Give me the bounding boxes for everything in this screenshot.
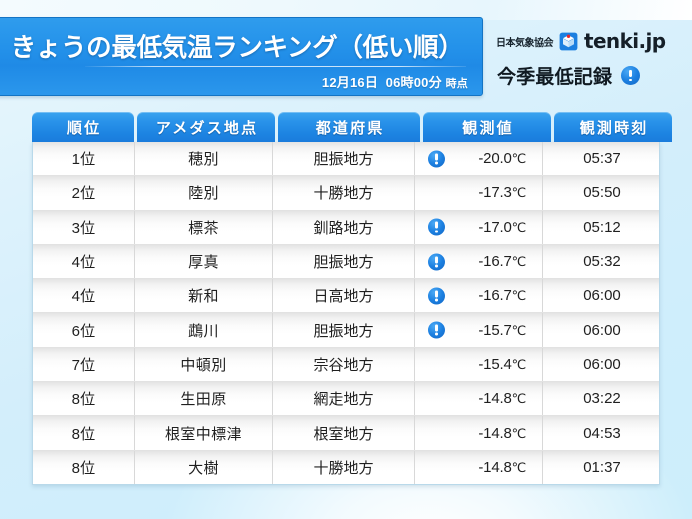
cell-station: 陸別 (188, 185, 219, 203)
page-title: きょうの最低気温ランキング（低い順） (10, 34, 464, 62)
table-body: 1位 穂別 胆振地方 -20.0℃ 05:37 2位 陸別 十勝地方 -17.3… (32, 142, 660, 485)
cell-time: 01:37 (583, 458, 621, 476)
title-banner: きょうの最低気温ランキング（低い順） 12月16日 06時00分 時点 (0, 17, 483, 96)
cell-station: 新和 (188, 288, 219, 306)
cell-temperature: -17.3℃ (478, 184, 526, 202)
cell-time: 04:53 (583, 424, 621, 442)
record-alert-icon (428, 218, 445, 236)
cell-temperature: -15.7℃ (478, 321, 526, 339)
cell-station: 厚真 (188, 254, 219, 272)
table-header-row: 順位 アメダス地点 都道府県 観測値 観測時刻 (32, 112, 672, 142)
cell-station: 穂別 (188, 151, 219, 169)
cell-station: 生田原 (180, 391, 227, 409)
cell-prefecture: 十勝地方 (313, 459, 374, 477)
record-alert-icon (428, 287, 445, 305)
cell-station: 根室中標津 (164, 425, 242, 443)
weather-ranking-infographic: きょうの最低気温ランキング（低い順） 12月16日 06時00分 時点 日本気象… (0, 0, 692, 519)
cell-time: 05:32 (583, 253, 621, 271)
cell-temperature: -16.7℃ (478, 253, 526, 271)
table-row: 8位 根室中標津 根室地方 -14.8℃ 04:53 (33, 416, 659, 451)
cell-time: 05:50 (583, 184, 621, 202)
cell-station: 大樹 (188, 459, 219, 477)
cell-station: 標茶 (188, 219, 219, 237)
cell-prefecture: 根室地方 (313, 425, 374, 443)
cell-rank: 1位 (71, 151, 96, 169)
table-row: 4位 厚真 胆振地方 -16.7℃ 05:32 (33, 244, 659, 280)
brand-lockup: 日本気象協会 tenki.jp (496, 29, 666, 53)
cell-prefecture: 宗谷地方 (313, 356, 374, 374)
brand-name: tenki.jp (584, 29, 666, 53)
cell-temperature: -16.7℃ (478, 287, 526, 305)
record-alert-icon (428, 321, 445, 339)
cell-time: 06:00 (583, 355, 621, 373)
table-row: 4位 新和 日高地方 -16.7℃ 06:00 (33, 279, 659, 314)
cell-station: 鵡川 (188, 322, 219, 340)
record-legend-label: 今季最低記録 (497, 67, 613, 88)
cell-temperature: -14.8℃ (478, 390, 526, 408)
column-header-prefecture: 都道府県 (278, 112, 420, 142)
column-header-rank: 順位 (32, 112, 134, 142)
cell-rank: 8位 (71, 425, 96, 443)
timestamp-time: 06時00分 (385, 75, 442, 90)
table-row: 1位 穂別 胆振地方 -20.0℃ 05:37 (33, 142, 659, 177)
table-row: 2位 陸別 十勝地方 -17.3℃ 05:50 (33, 176, 659, 211)
timestamp-date: 12月16日 (321, 75, 379, 90)
cell-prefecture: 日高地方 (313, 288, 374, 306)
cell-rank: 8位 (71, 459, 96, 477)
cell-prefecture: 胆振地方 (313, 151, 374, 169)
title-divider (85, 66, 466, 67)
alert-exclamation-icon (621, 66, 641, 85)
table-row: 8位 大樹 十勝地方 -14.8℃ 01:37 (33, 450, 659, 484)
cell-temperature: -14.8℃ (478, 458, 526, 476)
record-legend: 今季最低記録 (497, 62, 641, 89)
cell-rank: 3位 (71, 219, 96, 237)
cell-time: 06:00 (583, 321, 621, 339)
cell-temperature: -15.4℃ (478, 355, 526, 373)
cell-rank: 2位 (71, 185, 96, 203)
cell-temperature: -20.0℃ (478, 150, 526, 168)
cell-time: 05:12 (583, 218, 621, 236)
cell-prefecture: 胆振地方 (313, 254, 374, 272)
cell-time: 03:22 (583, 390, 621, 408)
cell-temperature: -14.8℃ (478, 424, 526, 442)
cell-station: 中頓別 (180, 356, 227, 374)
table-row: 7位 中頓別 宗谷地方 -15.4℃ 06:00 (33, 347, 659, 383)
column-header-value: 観測値 (423, 112, 551, 142)
cell-prefecture: 十勝地方 (313, 185, 374, 203)
observation-timestamp: 12月16日 06時00分 時点 (322, 72, 468, 91)
cell-prefecture: 胆振地方 (313, 322, 374, 340)
cell-rank: 4位 (71, 288, 96, 306)
cell-rank: 6位 (71, 322, 96, 340)
column-header-station: アメダス地点 (137, 112, 275, 142)
cell-rank: 4位 (71, 254, 96, 272)
cell-rank: 7位 (71, 356, 96, 374)
timestamp-suffix: 時点 (445, 78, 468, 90)
cell-rank: 8位 (71, 391, 96, 409)
column-header-time: 観測時刻 (554, 112, 672, 142)
cell-time: 05:37 (583, 150, 621, 168)
cell-prefecture: 釧路地方 (313, 219, 374, 237)
table-row: 3位 標茶 釧路地方 -17.0℃ 05:12 (33, 210, 659, 245)
cell-prefecture: 網走地方 (313, 391, 374, 409)
cell-temperature: -17.0℃ (478, 218, 526, 236)
tenki-cube-icon (559, 32, 578, 51)
brand-org-label: 日本気象協会 (496, 37, 554, 49)
cell-time: 06:00 (583, 287, 621, 305)
ranking-table: 順位 アメダス地点 都道府県 観測値 観測時刻 1位 穂別 胆振地方 -20.0… (32, 112, 672, 485)
record-alert-icon (428, 253, 445, 271)
table-row: 8位 生田原 網走地方 -14.8℃ 03:22 (33, 382, 659, 417)
table-row: 6位 鵡川 胆振地方 -15.7℃ 06:00 (33, 313, 659, 348)
record-alert-icon (428, 150, 445, 168)
